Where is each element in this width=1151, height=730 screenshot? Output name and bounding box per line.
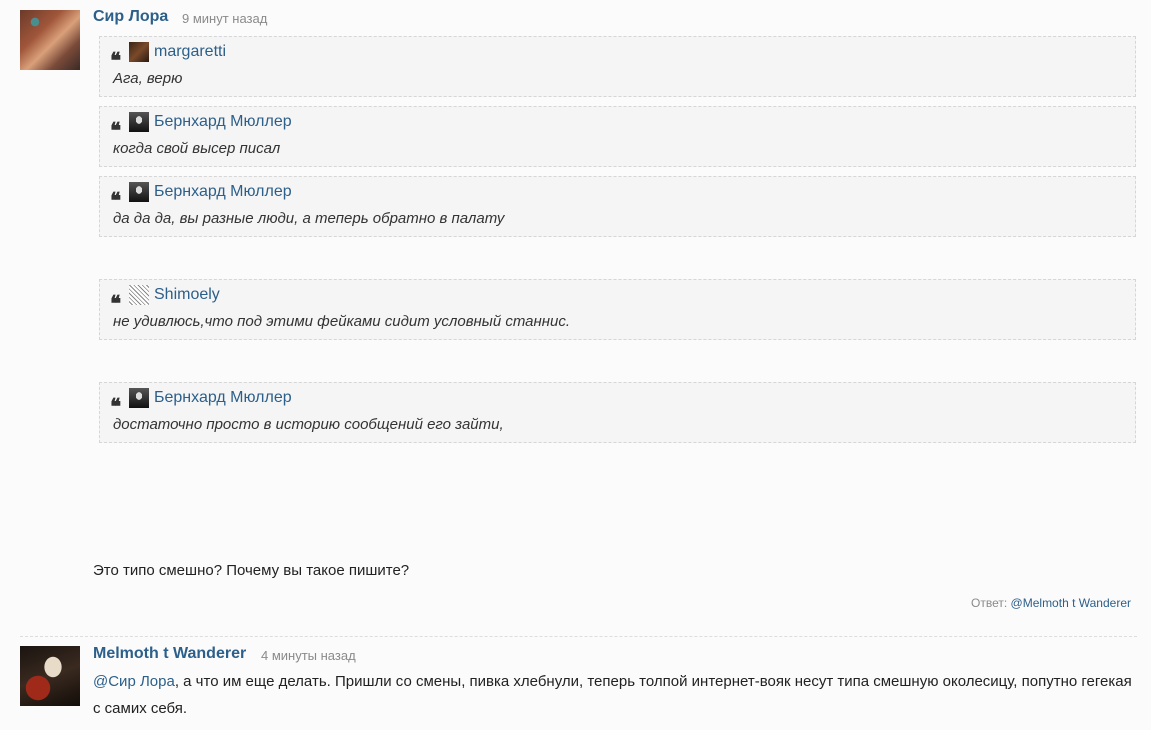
comment-body: @Сир Лора, а что им еще делать. Пришли с… [93,668,1133,722]
comment-timestamp: 4 минуты назад [261,648,356,663]
comment-author[interactable]: Сир Лора [93,8,168,26]
quote-text: достаточно просто в историю сообщений ег… [113,416,504,433]
quote-icon: ❛❛ [110,48,121,74]
comment-timestamp: 9 минут назад [182,11,268,26]
mention-link[interactable]: @Сир Лора [93,673,175,690]
quote-avatar[interactable] [129,285,149,305]
comment-author[interactable]: Melmoth t Wanderer [93,645,246,663]
quote-icon: ❛❛ [110,394,121,420]
quote-icon: ❛❛ [110,118,121,144]
comment-text: , а что им еще делать. Пришли со смены, … [93,673,1132,717]
quote-block: ❛❛ Бернхард Мюллер когда свой высер писа… [99,106,1136,167]
comment-body: Это типо смешно? Почему вы такое пишите? [93,562,410,579]
quote-text: не удивлюсь,что под этими фейками сидит … [113,313,571,330]
reply-label: Ответ: [971,596,1008,610]
quote-icon: ❛❛ [110,291,121,317]
quote-block: ❛❛ Бернхард Мюллер да да да, вы разные л… [99,176,1136,237]
quote-text: да да да, вы разные люди, а теперь обрат… [113,210,505,227]
quote-icon: ❛❛ [110,188,121,214]
quote-avatar[interactable] [129,388,149,408]
quote-author[interactable]: Бернхард Мюллер [154,113,292,131]
quote-author[interactable]: margaretti [154,43,226,61]
quote-author[interactable]: Бернхард Мюллер [154,389,292,407]
quote-avatar[interactable] [129,182,149,202]
quote-avatar[interactable] [129,42,149,62]
reply-to-link[interactable]: @Melmoth t Wanderer [1011,596,1131,610]
quote-author[interactable]: Бернхард Мюллер [154,183,292,201]
quote-block: ❛❛ Shimoely не удивлюсь,что под этими фе… [99,279,1136,340]
quote-block: ❛❛ Бернхард Мюллер достаточно просто в и… [99,382,1136,443]
quote-text: Ага, верю [113,70,183,87]
quote-block: ❛❛ margaretti Ага, верю [99,36,1136,97]
quote-avatar[interactable] [129,112,149,132]
avatar[interactable] [20,646,80,706]
divider [20,636,1137,637]
quote-author[interactable]: Shimoely [154,286,220,304]
quote-text: когда свой высер писал [113,140,281,157]
reply-info: Ответ: @Melmoth t Wanderer [971,596,1131,610]
avatar[interactable] [20,10,80,70]
